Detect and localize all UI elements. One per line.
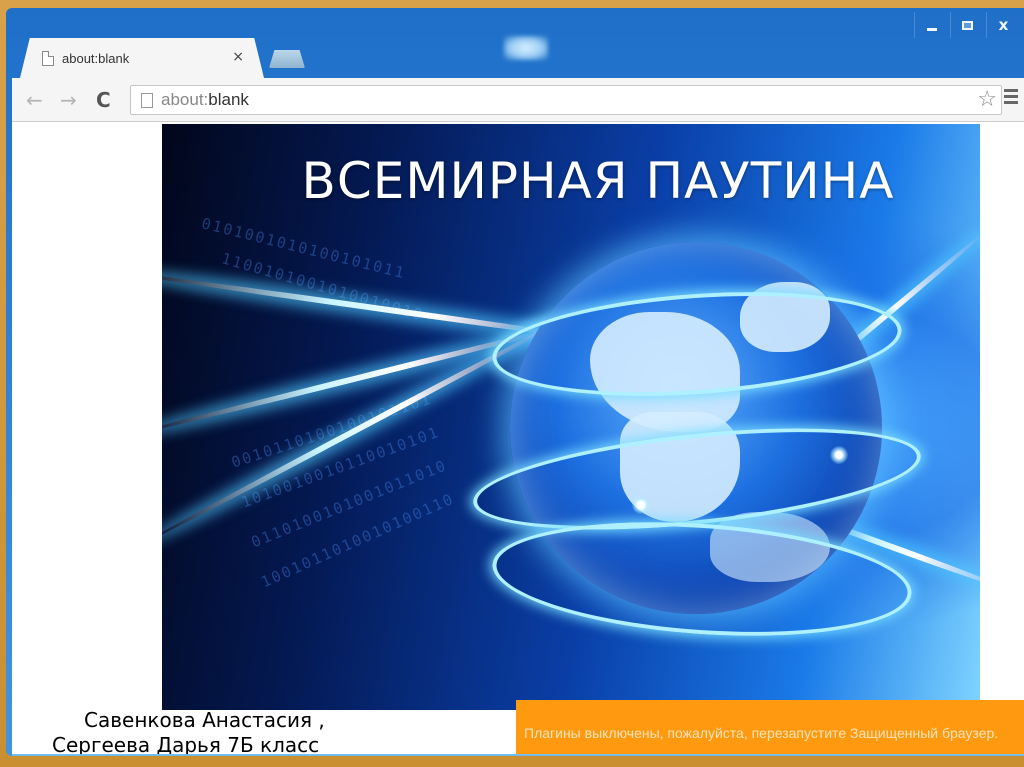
browser-toolbar: ← → C about:blank ☆ [12, 78, 1024, 122]
forward-arrow-icon[interactable]: → [60, 88, 77, 112]
author-line-2: Сергеева Дарья 7Б класс [52, 733, 320, 756]
menu-icon[interactable] [1004, 89, 1018, 107]
address-bar[interactable]: about:blank ☆ [130, 85, 1002, 115]
address-scheme: about: [161, 90, 209, 109]
tab-about-blank[interactable]: about:blank × [20, 38, 264, 78]
tab-title: about:blank [62, 50, 130, 66]
window-controls: x [914, 12, 1020, 38]
page-icon [42, 50, 54, 66]
sparkle [830, 446, 848, 464]
address-host: blank [208, 90, 249, 109]
authors: Савенкова Анастасия , Сергеева Дарья 7Б … [52, 708, 325, 756]
browser-window: x about:blank × ← → C about:blank ☆ 0101… [6, 8, 1024, 756]
hero-image: 0101001010100101011 1100101001010010010 … [162, 124, 980, 710]
plugin-notification-text: Плагины выключены, пожалуйста, перезапус… [524, 725, 999, 741]
maximize-button[interactable] [950, 12, 984, 38]
reload-icon[interactable]: C [96, 88, 111, 112]
titlebar-glow [504, 36, 548, 60]
tab-close-icon[interactable]: × [232, 49, 244, 65]
bookmark-star-icon[interactable]: ☆ [977, 87, 997, 112]
page-content: 0101001010100101011 1100101001010010010 … [12, 122, 1024, 756]
maximize-icon [962, 20, 973, 30]
minimize-icon [926, 27, 937, 31]
window-bottom-edge [12, 754, 1024, 756]
close-icon: x [998, 16, 1009, 34]
minimize-button[interactable] [914, 12, 948, 38]
slide-title: ВСЕМИРНАЯ ПАУТИНА [301, 152, 895, 210]
author-line-1: Савенкова Анастасия , [84, 708, 325, 732]
sparkle [632, 496, 650, 514]
back-arrow-icon[interactable]: ← [26, 88, 43, 112]
plugin-notification-bar[interactable]: Плагины выключены, пожалуйста, перезапус… [516, 700, 1024, 756]
page-icon [141, 92, 153, 108]
new-tab-button[interactable] [269, 50, 305, 68]
address-text: about:blank [161, 90, 249, 110]
close-window-button[interactable]: x [986, 12, 1020, 38]
